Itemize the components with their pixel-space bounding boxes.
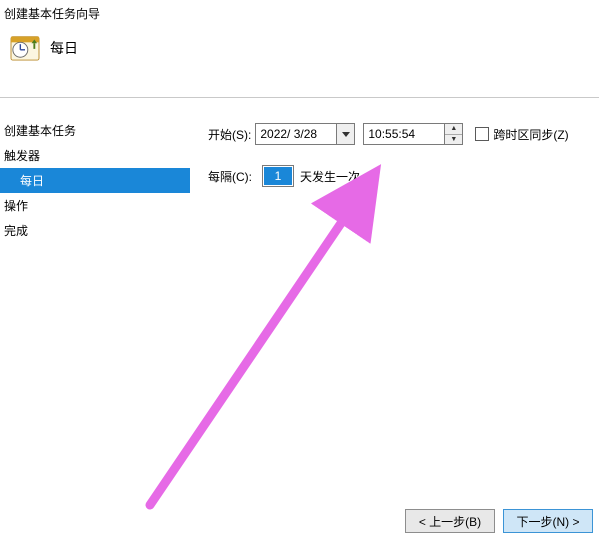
sidebar-item-create-basic-task[interactable]: 创建基本任务 [0,118,190,143]
header-separator [0,97,599,98]
wizard-button-bar: < 上一步(B) 下一步(N) > [405,509,593,533]
start-date-picker[interactable]: 2022/ 3/28 [255,123,355,145]
next-button-label: 下一步(N) > [516,513,579,530]
spin-down-icon[interactable]: ▼ [445,135,462,145]
sidebar-item-trigger[interactable]: 触发器 [0,143,190,168]
start-time-spinner[interactable]: 10:55:54 ▲ ▼ [363,123,463,145]
sync-timezone-checkbox[interactable] [475,127,489,141]
sidebar-item-label: 创建基本任务 [4,124,76,138]
page-title: 每日 [50,38,78,58]
form-main: 开始(S): 2022/ 3/28 10:55:54 ▲ ▼ 跨时区同步(Z) … [208,122,595,206]
chevron-down-icon[interactable] [336,124,354,144]
next-button[interactable]: 下一步(N) > [503,509,593,533]
interval-input[interactable]: 1 [262,165,294,187]
sidebar-item-action[interactable]: 操作 [0,193,190,218]
clock-icon [10,33,40,61]
time-spin-buttons[interactable]: ▲ ▼ [444,124,462,144]
interval-suffix: 天发生一次 [300,168,360,185]
sidebar-item-daily[interactable]: 每日 [0,168,190,193]
row-interval: 每隔(C): 1 天发生一次 [208,164,595,188]
back-button[interactable]: < 上一步(B) [405,509,495,533]
annotation-arrow [0,0,599,543]
row-start: 开始(S): 2022/ 3/28 10:55:54 ▲ ▼ 跨时区同步(Z) [208,122,595,146]
sidebar-item-finish[interactable]: 完成 [0,218,190,243]
sidebar-item-label: 完成 [4,224,28,238]
wizard-title: 创建基本任务向导 [4,5,100,22]
start-label: 开始(S): [208,126,251,143]
interval-value: 1 [264,167,292,185]
sync-timezone-label: 跨时区同步(Z) [493,126,568,143]
interval-label: 每隔(C): [208,168,252,185]
sidebar-item-label: 触发器 [4,149,40,163]
wizard-sidebar: 创建基本任务 触发器 每日 操作 完成 [0,118,190,243]
start-time-value: 10:55:54 [368,127,415,141]
sidebar-item-label: 操作 [4,199,28,213]
spin-up-icon[interactable]: ▲ [445,124,462,135]
back-button-label: < 上一步(B) [419,513,481,530]
start-date-value: 2022/ 3/28 [260,127,317,141]
sidebar-item-label: 每日 [20,174,44,188]
